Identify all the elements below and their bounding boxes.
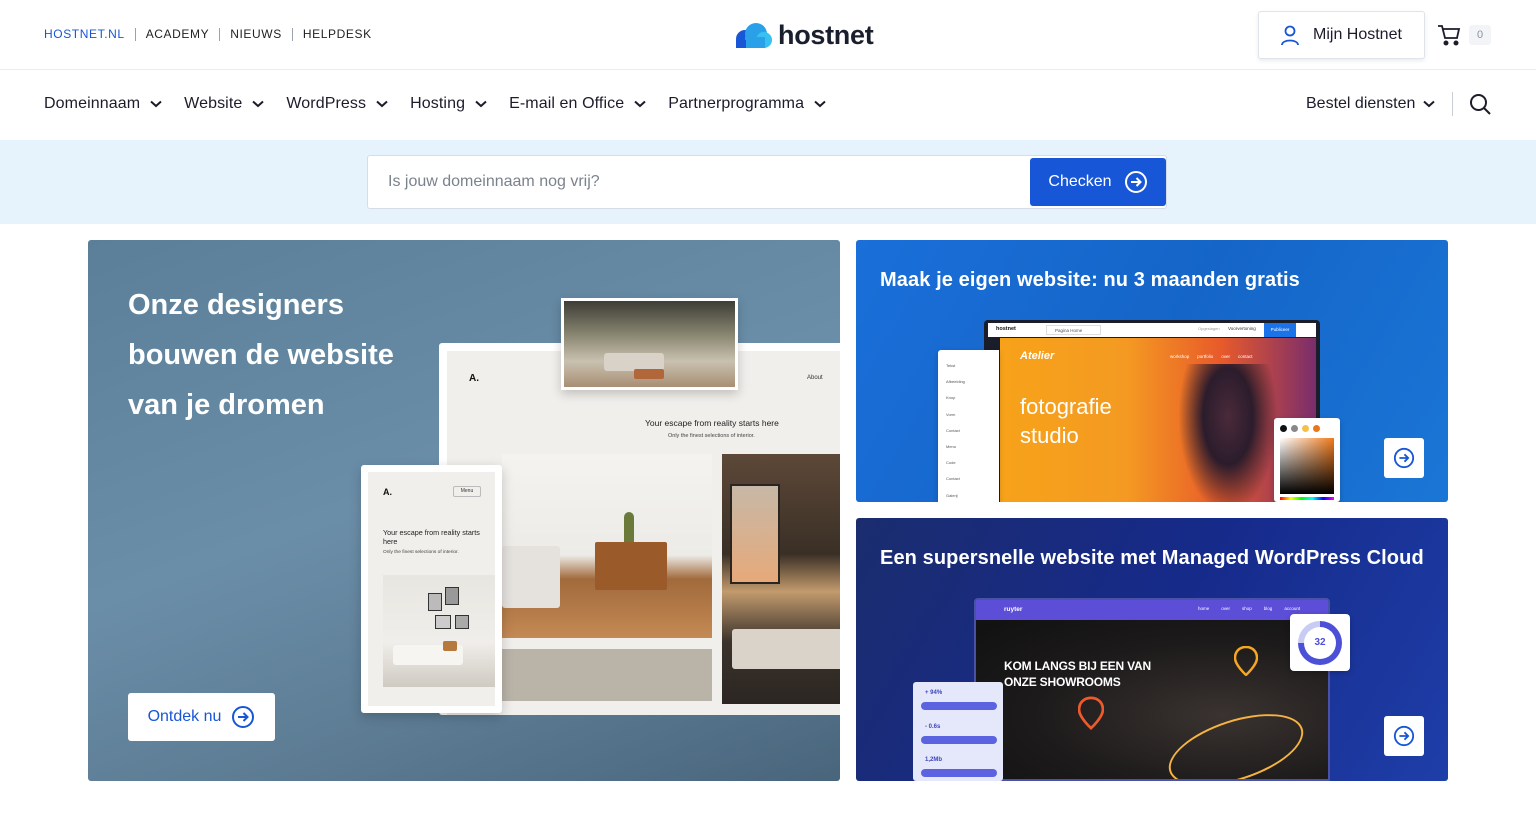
builder-brand: hostnet	[996, 326, 1016, 332]
site-brand: ruyter	[1004, 606, 1023, 613]
stat-label: 1,2Mb	[925, 757, 943, 763]
nav-item-email-office[interactable]: E-mail en Office	[509, 95, 646, 113]
nav-divider	[1452, 92, 1453, 116]
arrow-circle-right-icon	[1393, 447, 1415, 469]
performance-score-widget: 32	[1290, 614, 1350, 671]
logo-text: hostnet	[778, 20, 874, 50]
account-label: Mijn Hostnet	[1313, 26, 1402, 43]
chevron-down-icon	[475, 100, 487, 108]
discover-now-button[interactable]: Ontdek nu	[128, 693, 275, 741]
domain-search-input[interactable]	[388, 156, 1028, 208]
top-links: HOSTNET.NL ACADEMY NIEUWS HELPDESK	[44, 28, 382, 41]
mobile-tagline: Your escape from reality starts here	[383, 528, 480, 546]
check-domain-button[interactable]: Checken	[1030, 158, 1166, 206]
wordpress-site-mockup: ruyter home over shop blog account KOM L…	[974, 598, 1330, 781]
mobile-subline: Only the finest selections of interior.	[383, 550, 459, 555]
nav-label: Website	[184, 95, 243, 112]
map-pin-icon	[1234, 646, 1258, 676]
color-picker-panel	[1274, 418, 1340, 502]
nav-label: E-mail en Office	[509, 95, 625, 112]
stat-label: - 0.6s	[925, 724, 941, 730]
domain-search-band: Checken	[0, 140, 1536, 224]
mockup-logo: A.	[469, 373, 479, 384]
cart-button[interactable]: 0	[1437, 24, 1491, 46]
interior-night-image	[722, 454, 840, 704]
order-services-dropdown[interactable]: Bestel diensten	[1306, 95, 1436, 113]
stat-label: + 94%	[925, 690, 943, 696]
toplink-hostnet[interactable]: HOSTNET.NL	[44, 28, 135, 41]
promo-card-website-builder[interactable]: Maak je eigen website: nu 3 maanden grat…	[856, 240, 1448, 502]
mockup-nav-about: About	[807, 375, 823, 381]
cart-count-badge: 0	[1469, 25, 1491, 45]
user-icon	[1281, 25, 1299, 46]
builder-preview-label: Voorvertoning	[1228, 326, 1256, 331]
nav-label: Domeinnaam	[44, 95, 141, 112]
builder-publish-button: Publiceer	[1264, 323, 1296, 337]
check-button-label: Checken	[1048, 173, 1112, 190]
nav-label: Hosting	[410, 95, 466, 112]
mobile-mockup-logo: A.	[383, 487, 392, 497]
chevron-down-icon	[814, 100, 826, 108]
chevron-down-icon	[634, 100, 646, 108]
chevron-down-icon	[1423, 100, 1436, 108]
mockup-subline: Only the finest selections of interior.	[668, 433, 755, 439]
chevron-down-icon	[376, 100, 388, 108]
toplink-nieuws[interactable]: NIEUWS	[219, 28, 292, 41]
builder-mockup: hostnet Pagina Home Opgeslagen Voorverto…	[984, 320, 1320, 502]
hostnet-logo[interactable]: hostnet	[734, 20, 874, 51]
chevron-down-icon	[252, 100, 265, 108]
nav-item-website[interactable]: Website	[184, 95, 265, 113]
score-value: 32	[1314, 637, 1326, 648]
order-label: Bestel diensten	[1306, 95, 1416, 112]
mobile-site-mockup: A. Menu Your escape from reality starts …	[361, 465, 502, 713]
promo-card-title: Maak je eigen website: nu 3 maanden grat…	[880, 269, 1300, 291]
nav-label: Partnerprogramma	[668, 95, 805, 112]
builder-canvas: Atelier workshop portfolio over contact …	[1000, 338, 1316, 502]
mobile-menu-label: Menu	[453, 486, 481, 497]
map-pin-icon	[1078, 696, 1104, 730]
room-photo-card	[561, 298, 738, 390]
promo-card-title: Een supersnelle website met Managed Word…	[880, 547, 1424, 569]
toplink-academy[interactable]: ACADEMY	[134, 28, 220, 41]
site-nav: home over shop blog account	[1198, 606, 1301, 611]
chevron-down-icon	[150, 100, 162, 108]
builder-saved-label: Opgeslagen	[1198, 326, 1220, 331]
living-room-image	[502, 454, 712, 638]
discover-button-label: Ontdek nu	[147, 708, 222, 725]
arrow-circle-right-icon	[1393, 725, 1415, 747]
hero-title: Onze designers bouwen de website van je …	[128, 289, 394, 421]
nav-item-wordpress[interactable]: WordPress	[286, 95, 388, 113]
showroom-map-image	[976, 620, 1328, 779]
domain-search-box: Checken	[367, 155, 1167, 209]
site-headline: KOM LANGS BIJ EEN VAN ONZE SHOWROOMS	[1004, 659, 1151, 689]
nav-item-partnerprogramma[interactable]: Partnerprogramma	[668, 95, 826, 113]
card-arrow-button[interactable]	[1384, 438, 1424, 478]
mockup-gray-block	[502, 649, 712, 701]
mobile-gallery-image	[383, 575, 495, 687]
builder-site-name: Atelier	[1020, 350, 1055, 362]
account-button[interactable]: Mijn Hostnet	[1258, 11, 1425, 59]
arrow-circle-right-icon	[1124, 171, 1147, 193]
main-nav: Domeinnaam Website WordPress Hosting E-m…	[0, 70, 1536, 140]
cart-icon	[1438, 25, 1461, 46]
builder-sidebar: Tekst Afbeelding Knop Vorm Contact Menu …	[938, 350, 999, 502]
performance-stats-panel: + 94% - 0.6s 1,2Mb	[913, 682, 1003, 781]
hero-banner[interactable]: Onze designers bouwen de website van je …	[88, 240, 840, 781]
toplink-helpdesk[interactable]: HELPDESK	[291, 28, 382, 41]
top-bar: HOSTNET.NL ACADEMY NIEUWS HELPDESK hostn…	[0, 0, 1536, 70]
card-arrow-button[interactable]	[1384, 716, 1424, 756]
arrow-circle-right-icon	[232, 706, 255, 728]
search-icon[interactable]	[1469, 93, 1491, 115]
builder-portrait	[1178, 364, 1278, 502]
builder-headline: fotografie studio	[1020, 394, 1112, 448]
nav-label: WordPress	[286, 95, 367, 112]
promo-card-managed-wordpress[interactable]: Een supersnelle website met Managed Word…	[856, 518, 1448, 781]
cloud-logo-icon	[736, 22, 772, 48]
builder-page-selector: Pagina Home	[1046, 325, 1101, 335]
nav-item-domeinnaam[interactable]: Domeinnaam	[44, 95, 162, 113]
mockup-tagline: Your escape from reality starts here	[645, 418, 779, 428]
nav-item-hosting[interactable]: Hosting	[410, 95, 487, 113]
builder-site-nav: workshop portfolio over contact	[1170, 354, 1253, 359]
